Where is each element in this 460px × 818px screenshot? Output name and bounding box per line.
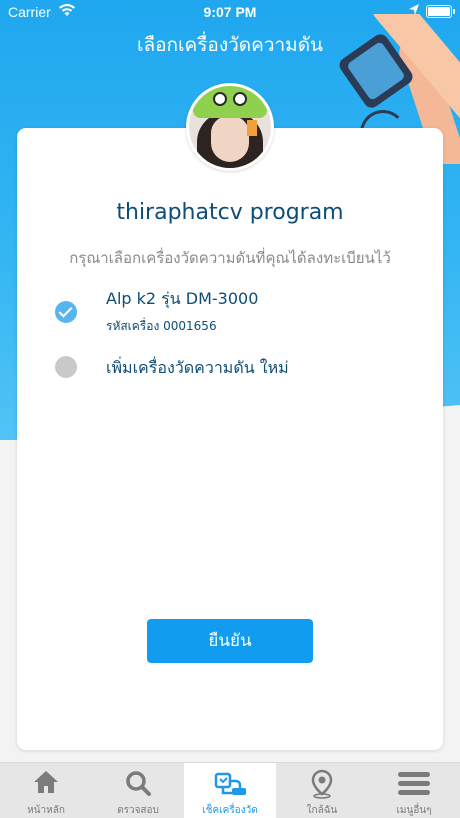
tab-home[interactable]: หน้าหลัก (0, 763, 92, 818)
tab-more-menu[interactable]: เมนูอื่นๆ (368, 763, 460, 818)
tab-bar: หน้าหลัก ตรวจสอบ เช็คเครื่องวัด ใกล้ฉัน … (0, 762, 460, 818)
location-arrow-icon (408, 3, 420, 21)
home-icon (34, 771, 58, 793)
avatar (186, 83, 274, 171)
radio-unselected-icon[interactable] (55, 356, 77, 378)
status-bar: Carrier 9:07 PM (0, 0, 460, 24)
tab-label: เช็คเครื่องวัด (202, 805, 258, 816)
tab-check[interactable]: ตรวจสอบ (92, 763, 184, 818)
tab-nearby[interactable]: ใกล้ฉัน (276, 763, 368, 818)
page-title: เลือกเครื่องวัดความดัน (136, 34, 324, 56)
program-name: thiraphatcv program (116, 200, 344, 225)
add-device-label: เพิ่มเครื่องวัดความดัน ใหม่ (106, 358, 289, 377)
tab-label: ตรวจสอบ (117, 805, 159, 816)
location-pin-icon (311, 769, 333, 799)
bp-monitor-icon (214, 772, 246, 795)
search-icon (126, 771, 151, 796)
menu-icon (398, 772, 430, 795)
confirm-button[interactable]: ยืนยัน (147, 619, 313, 663)
tab-label: เมนูอื่นๆ (396, 805, 432, 816)
battery-icon (426, 5, 455, 18)
tab-check-device[interactable]: เช็คเครื่องวัด (184, 763, 276, 818)
instruction-text: กรุณาเลือกเครื่องวัดความดันที่คุณได้ลงทะ… (69, 249, 391, 267)
clock: 9:07 PM (203, 4, 257, 20)
tab-label: ใกล้ฉัน (306, 805, 338, 816)
device-option-label: Alp k2 รุ่น DM-3000 (106, 289, 259, 308)
tab-label: หน้าหลัก (27, 805, 65, 816)
device-code-label: รหัสเครื่อง 0001656 (106, 319, 217, 333)
checkmark-radio-icon[interactable] (55, 301, 77, 323)
